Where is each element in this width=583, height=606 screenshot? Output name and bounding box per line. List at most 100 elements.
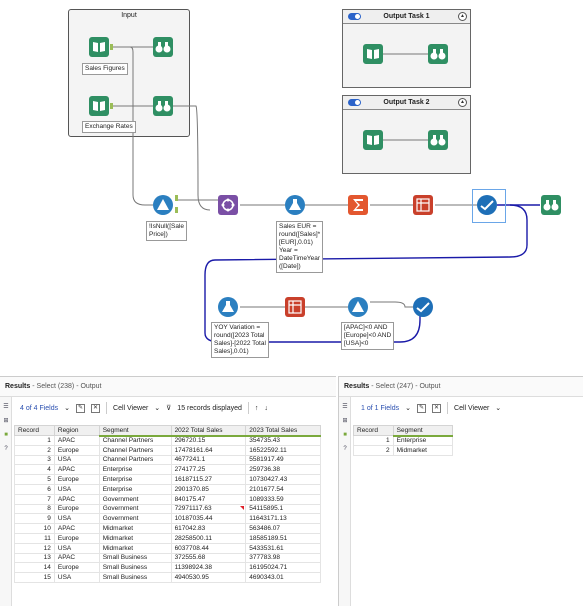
formula-tool-sales-eur[interactable] bbox=[285, 195, 305, 215]
table-cell[interactable]: Enterprise bbox=[392, 435, 454, 446]
table-cell[interactable]: 2 bbox=[14, 444, 55, 456]
chevron-down-icon[interactable]: ⌄ bbox=[405, 404, 411, 412]
table-row[interactable]: 6 USA Enterprise 2901370.85 2101677.54 bbox=[14, 483, 321, 495]
table-cell[interactable]: 18585189.51 bbox=[245, 532, 321, 544]
formula-tool-yoy[interactable] bbox=[218, 297, 238, 317]
table-cell[interactable]: 9 bbox=[14, 513, 55, 525]
table-cell[interactable]: Government bbox=[98, 513, 172, 525]
table-cell[interactable]: 12 bbox=[14, 542, 55, 554]
table-row[interactable]: 9 USA Government 10187035.44 11643171.13 bbox=[14, 513, 321, 525]
table-cell[interactable]: APAC bbox=[53, 552, 100, 564]
input-data-tool-task2[interactable] bbox=[363, 130, 383, 150]
fields-selector[interactable]: 4 of 4 Fields bbox=[20, 405, 58, 412]
table-cell[interactable]: Enterprise bbox=[98, 483, 172, 495]
table-cell[interactable]: 2 bbox=[353, 444, 394, 456]
grid-icon[interactable]: ⊞ bbox=[2, 417, 10, 425]
column-header-record[interactable]: Record bbox=[353, 425, 394, 436]
table-cell[interactable]: Government bbox=[98, 503, 172, 515]
table-cell[interactable]: 14 bbox=[14, 562, 55, 574]
arrow-up-icon[interactable]: ↑ bbox=[255, 405, 259, 412]
table-cell[interactable]: 13 bbox=[14, 552, 55, 564]
arrow-down-icon[interactable]: ↓ bbox=[264, 405, 268, 412]
filter-true-anchor[interactable] bbox=[175, 195, 178, 201]
table-row[interactable]: 7 APAC Government 840175.47 1089333.59 bbox=[14, 493, 321, 505]
browse-tool-main[interactable] bbox=[541, 195, 561, 215]
table-cell[interactable]: 259736.38 bbox=[245, 464, 321, 476]
table-cell[interactable]: 2101677.54 bbox=[245, 483, 321, 495]
table-cell[interactable]: USA bbox=[53, 542, 100, 554]
table-cell[interactable]: 6 bbox=[14, 483, 55, 495]
table-row[interactable]: 2 Europe Channel Partners 17478161.64 165225… bbox=[14, 444, 321, 456]
table-row[interactable]: 10 APAC Midmarket 617042.83 563486.07 bbox=[14, 523, 321, 534]
column-header-region[interactable]: Region bbox=[53, 425, 100, 436]
table-cell[interactable]: 4940530.95 bbox=[170, 572, 247, 583]
table-cell[interactable]: 10187035.44 bbox=[170, 513, 247, 525]
table-cell[interactable]: 296720.15 bbox=[170, 435, 247, 446]
table-cell[interactable]: 11643171.13 bbox=[245, 513, 321, 525]
table-cell[interactable]: 28258500.11 bbox=[170, 532, 247, 544]
table-cell[interactable]: 617042.83 bbox=[170, 523, 247, 534]
table-cell[interactable]: APAC bbox=[53, 464, 100, 476]
table-cell[interactable]: 5 bbox=[14, 474, 55, 485]
filter-false-anchor[interactable] bbox=[175, 207, 178, 213]
table-cell[interactable]: USA bbox=[53, 483, 100, 495]
grid-icon[interactable]: ⊞ bbox=[341, 417, 349, 425]
table-cell[interactable]: 6037708.44 bbox=[170, 542, 247, 554]
table-cell[interactable]: 1 bbox=[14, 435, 55, 446]
table-row[interactable]: 13 APAC Small Business 372555.68 377783.98 bbox=[14, 552, 321, 564]
column-header-2023[interactable]: 2023 Total Sales bbox=[245, 425, 321, 437]
table-cell[interactable]: Channel Partners bbox=[98, 435, 172, 446]
table-row[interactable]: 14 Europe Small Business 11398924.38 1619502… bbox=[14, 562, 321, 574]
workflow-canvas[interactable]: Input Output Task 1 ▲ Output Task 2 ▲ Sa… bbox=[0, 0, 583, 375]
table-cell[interactable]: Channel Partners bbox=[98, 454, 172, 466]
table-cell[interactable]: 3 bbox=[14, 454, 55, 466]
table-cell[interactable]: 274177.25 bbox=[170, 464, 247, 476]
table-row[interactable]: 11 Europe Midmarket 28258500.11 18585189.51 bbox=[14, 532, 321, 544]
input-data-tool-task1[interactable] bbox=[363, 44, 383, 64]
table-row[interactable]: 15 USA Small Business 4940530.95 4690343.01 bbox=[14, 572, 321, 583]
browse-tool-exchange[interactable] bbox=[153, 96, 173, 116]
input-data-tool-sales[interactable] bbox=[89, 37, 109, 57]
summarize-tool[interactable] bbox=[348, 195, 368, 215]
help-icon[interactable]: ? bbox=[341, 445, 349, 453]
data-view-icon[interactable]: ■ bbox=[341, 431, 349, 439]
table-cell[interactable]: 563486.07 bbox=[245, 523, 321, 534]
table-cell[interactable]: Midmarket bbox=[98, 523, 172, 534]
table-row[interactable]: 1 APAC Channel Partners 296720.15 354735.43 bbox=[14, 435, 321, 446]
table-cell[interactable]: Government bbox=[98, 493, 172, 505]
crosstab-tool-2[interactable] bbox=[285, 297, 305, 317]
table-cell[interactable]: USA bbox=[53, 513, 100, 525]
table-cell[interactable]: 15 bbox=[14, 572, 55, 583]
table-cell[interactable]: 4 bbox=[14, 464, 55, 476]
table-cell[interactable]: Small Business bbox=[98, 572, 172, 583]
table-cell[interactable]: 11 bbox=[14, 532, 55, 544]
output-anchor[interactable] bbox=[110, 103, 113, 109]
table-row[interactable]: 5 Europe Enterprise 16187115.27 10730427.43 bbox=[14, 474, 321, 485]
table-row[interactable]: 3 USA Channel Partners 4677241.1 5581917.49 bbox=[14, 454, 321, 466]
table-cell[interactable]: Small Business bbox=[98, 562, 172, 574]
filter-tool-isnull[interactable] bbox=[153, 195, 173, 215]
column-header-segment[interactable]: Segment bbox=[98, 425, 172, 437]
select-tool[interactable] bbox=[477, 195, 497, 215]
fields-selector[interactable]: 1 of 1 Fields bbox=[361, 405, 399, 412]
table-cell[interactable]: 372555.68 bbox=[170, 552, 247, 564]
table-cell[interactable]: Europe bbox=[53, 474, 100, 485]
table-row[interactable]: 12 USA Midmarket 6037708.44 5433531.61 bbox=[14, 542, 321, 554]
select-tool-2[interactable] bbox=[413, 297, 433, 317]
table-cell[interactable]: 17478161.64 bbox=[170, 444, 247, 456]
cell-viewer-button[interactable]: Cell Viewer bbox=[113, 405, 148, 412]
table-cell[interactable]: 16522592.11 bbox=[245, 444, 321, 456]
table-cell[interactable]: USA bbox=[53, 454, 100, 466]
table-cell[interactable]: Europe bbox=[53, 503, 100, 515]
table-cell[interactable]: Enterprise bbox=[98, 464, 172, 476]
table-cell[interactable]: 54115895.1 bbox=[245, 503, 321, 515]
table-cell[interactable]: USA bbox=[53, 572, 100, 583]
table-cell[interactable]: Europe bbox=[53, 532, 100, 544]
table-cell[interactable]: 377783.98 bbox=[245, 552, 321, 564]
close-icon[interactable]: ✕ bbox=[432, 403, 442, 413]
table-row[interactable]: 8 Europe Government 72971117.63 54115895.1 bbox=[14, 503, 321, 515]
filter-tool-region[interactable] bbox=[348, 297, 368, 317]
table-row[interactable]: 2 Midmarket bbox=[353, 444, 454, 456]
column-header-record[interactable]: Record bbox=[14, 425, 55, 436]
table-cell[interactable]: Midmarket bbox=[98, 532, 172, 544]
